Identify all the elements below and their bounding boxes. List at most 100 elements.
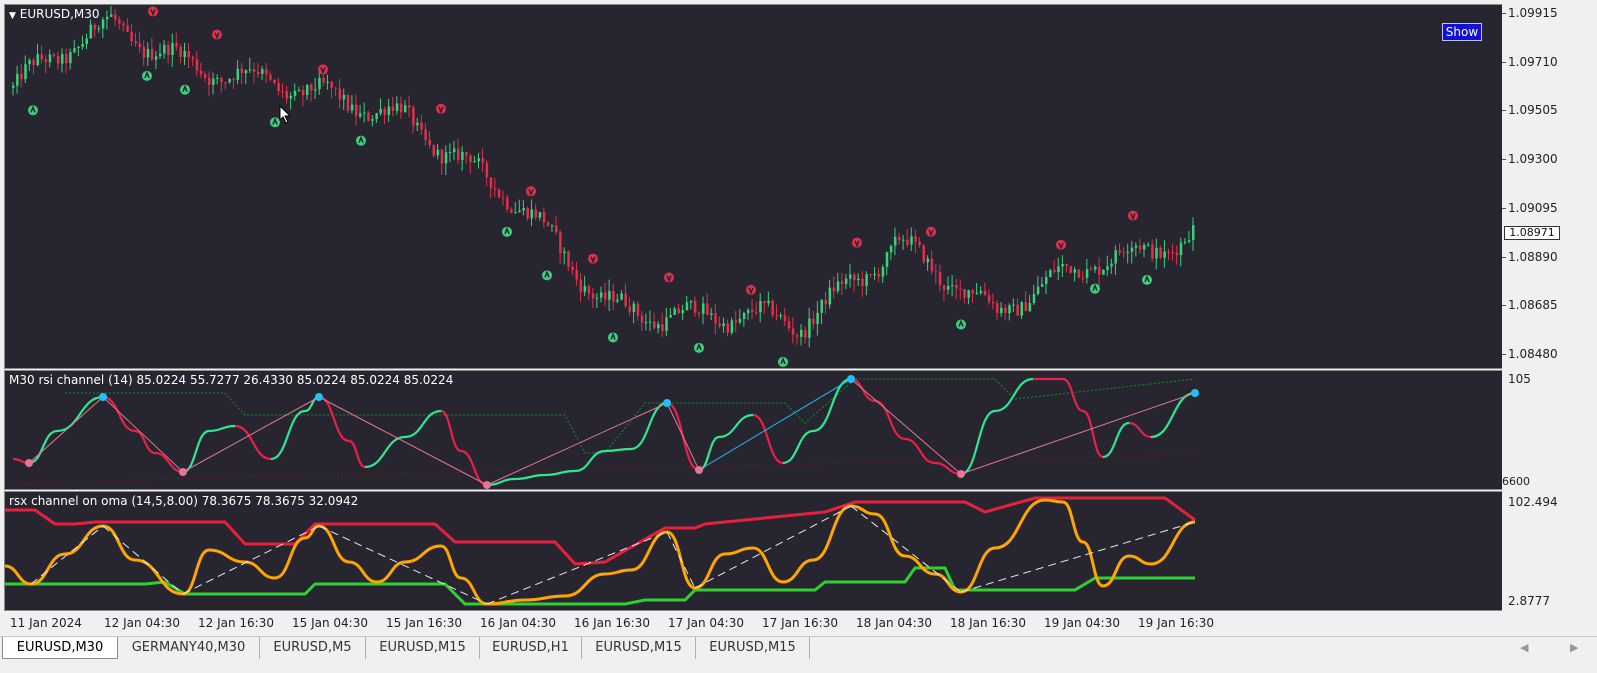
candle-body — [971, 290, 975, 294]
candle-body — [738, 318, 742, 323]
candle-body — [967, 290, 970, 298]
candle-body — [301, 90, 305, 96]
chart-tab[interactable]: GERMANY40,M30 — [118, 637, 260, 659]
candle-body — [575, 269, 578, 280]
candle-body — [779, 315, 783, 317]
candle-body — [444, 152, 448, 164]
candle-body — [93, 24, 97, 30]
candle-body — [350, 104, 354, 111]
rsi-scale[interactable]: 105 6600 — [1502, 370, 1597, 490]
candle-body — [497, 189, 501, 198]
rsi-channel-pane[interactable]: M30 rsi channel (14) 85.0224 55.7277 26.… — [4, 370, 1504, 490]
symbol-label: EURUSD,M30 — [19, 7, 100, 21]
rsi-line-segment — [630, 401, 668, 451]
candle-body — [12, 85, 15, 88]
candle-body — [48, 54, 52, 63]
price-scale[interactable]: 1.09915 1.09710 1.09505 1.09300 1.09095 1.088… — [1502, 4, 1597, 369]
chart-tab[interactable]: EURUSD,M15 — [582, 637, 696, 659]
candle-body — [877, 274, 881, 277]
chart-tab[interactable]: EURUSD,M15 — [696, 637, 810, 659]
show-button[interactable]: Show — [1442, 23, 1482, 41]
candle-body — [395, 103, 399, 111]
scroll-right-icon[interactable]: ▶ — [1570, 641, 1578, 654]
candle-body — [795, 334, 799, 337]
candle-body — [832, 287, 836, 292]
time-axis[interactable]: 11 Jan 2024 12 Jan 04:30 12 Jan 16:30 15 Ja… — [4, 612, 1504, 634]
candle-body — [109, 14, 113, 17]
candle-body — [926, 258, 930, 263]
candle-body — [563, 251, 566, 254]
rsi-line-segment — [960, 409, 996, 476]
candle-body — [914, 236, 917, 242]
sell-signal-icon — [926, 226, 936, 237]
chart-tab[interactable]: EURUSD,M15 — [366, 637, 480, 659]
candle-body — [342, 94, 346, 100]
candle-body — [881, 267, 885, 277]
candle-body — [383, 109, 387, 115]
candle-body — [1073, 269, 1077, 273]
rsi-scale-bottom: 6600 — [1502, 475, 1530, 488]
candle-body — [440, 149, 444, 164]
mouse-cursor-icon — [279, 105, 292, 124]
candle-body — [734, 320, 738, 323]
candle-body — [293, 90, 297, 96]
candle-body — [101, 19, 105, 29]
candle-body — [1085, 269, 1089, 278]
rsi-zigzag-line — [666, 402, 700, 471]
rsi-line-segment — [718, 413, 754, 439]
rsx-scale[interactable]: 102.494 2.8777 — [1502, 491, 1597, 611]
candle-body — [742, 312, 746, 319]
scroll-left-icon[interactable]: ◀ — [1520, 641, 1528, 654]
rsi-upper-band — [65, 378, 1196, 454]
candle-body — [710, 313, 713, 315]
chart-tab[interactable]: EURUSD,H1 — [480, 637, 582, 659]
candle-body — [963, 289, 966, 298]
sell-signal-icon — [148, 6, 158, 17]
candle-body — [522, 208, 525, 211]
candle-body — [763, 300, 766, 304]
candle-body — [1159, 247, 1162, 258]
rsi-line-segment — [604, 447, 632, 453]
candle-body — [559, 232, 562, 254]
candle-body — [506, 197, 509, 210]
candle-body — [697, 312, 701, 314]
candle-body — [1163, 251, 1166, 258]
chart-tab[interactable]: EURUSD,M30 — [2, 637, 118, 659]
candle-body — [616, 299, 619, 302]
candle-body — [244, 70, 248, 74]
candle-body — [338, 88, 342, 100]
chart-tab[interactable]: EURUSD,M5 — [260, 637, 366, 659]
rsx-channel-pane[interactable]: rsx channel on oma (14,5,8.00) 78.3675 7… — [4, 491, 1504, 611]
candle-body — [987, 295, 991, 302]
candle-body — [1102, 270, 1105, 275]
rsi-line-segment — [1128, 421, 1152, 439]
candle-body — [146, 48, 150, 58]
candle-body — [873, 274, 877, 276]
price-pane[interactable]: ▼ EURUSD,M30 Show — [4, 4, 1504, 369]
rsi-line-segment — [1150, 391, 1196, 439]
time-tick-label: 12 Jan 16:30 — [198, 616, 274, 630]
candle-body — [32, 60, 35, 66]
candle-body — [52, 54, 56, 57]
price-tick-mark — [1502, 305, 1506, 307]
buy-signal-icon — [1142, 274, 1152, 285]
candle-body — [1045, 276, 1048, 285]
collapse-triangle-icon[interactable]: ▼ — [9, 11, 16, 21]
candle-body — [1151, 244, 1154, 259]
price-tick-label: 1.08480 — [1508, 346, 1558, 361]
candle-body — [1012, 304, 1015, 306]
rsi-zigzag-line — [850, 378, 962, 475]
candle-body — [816, 312, 819, 325]
candle-body — [510, 209, 513, 213]
buy-signal-icon — [142, 70, 152, 81]
candle-body — [477, 158, 480, 162]
candle-body — [726, 323, 730, 333]
candle-body — [24, 64, 27, 80]
time-tick-label: 19 Jan 16:30 — [1138, 616, 1214, 630]
candle-body — [983, 290, 987, 296]
time-tick-label: 16 Jan 04:30 — [480, 616, 556, 630]
candle-body — [730, 320, 734, 333]
candle-body — [1167, 251, 1171, 253]
candle-body — [1024, 302, 1028, 312]
sell-signal-icon — [588, 253, 598, 264]
